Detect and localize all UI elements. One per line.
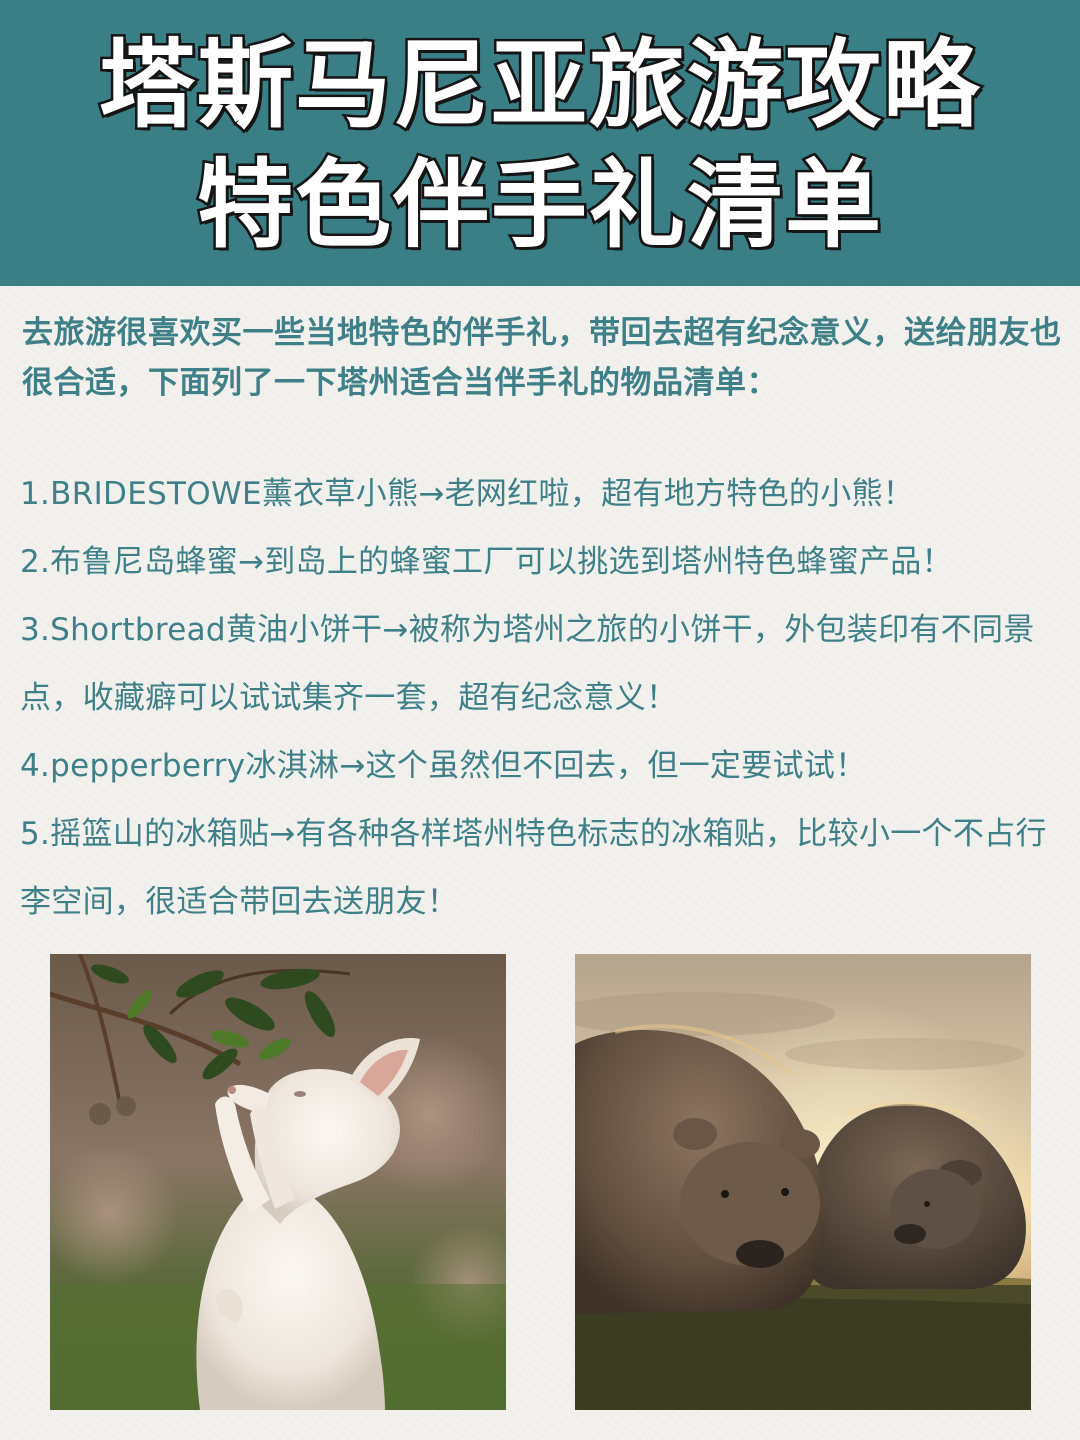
header-banner: 塔斯马尼亚旅游攻略 特色伴手礼清单 [0, 0, 1080, 286]
list-item-1: 1.BRIDESTOWE薰衣草小熊→老网红啦，超有地方特色的小熊！ [20, 476, 915, 512]
page-title-line-1: 塔斯马尼亚旅游攻略 [97, 28, 982, 143]
list-item-4: 4.pepperberry冰淇淋→这个虽然但不回去，但一定要试试！ [20, 748, 867, 784]
page-title-line-2: 特色伴手礼清单 [195, 148, 884, 263]
intro-paragraph: 去旅游很喜欢买一些当地特色的伴手礼，带回去超有纪念意义，送给朋友也很合适，下面列… [22, 315, 1062, 401]
wombats-photo [575, 954, 1031, 1410]
list-item-2: 2.布鲁尼岛蜂蜜→到岛上的蜂蜜工厂可以挑选到塔州特色蜂蜜产品！ [20, 544, 953, 580]
white-wallaby-photo [50, 954, 506, 1410]
souvenir-list: 1.BRIDESTOWE薰衣草小熊→老网红啦，超有地方特色的小熊！ 2.布鲁尼岛… [20, 460, 1065, 936]
list-item-3: 3.Shortbread黄油小饼干→被称为塔州之旅的小饼干，外包装印有不同景点，… [20, 612, 1035, 716]
list-item-5: 5.摇篮山的冰箱贴→有各种各样塔州特色标志的冰箱贴，比较小一个不占行李空间，很适… [20, 816, 1047, 920]
